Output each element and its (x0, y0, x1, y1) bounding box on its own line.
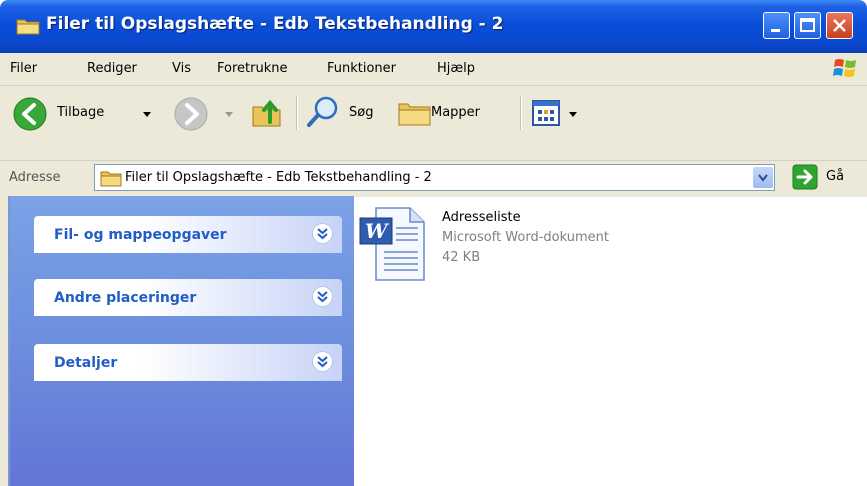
up-folder-icon (252, 99, 281, 127)
title-bar[interactable]: Filer til Opslagshæfte - Edb Tekstbehand… (0, 0, 867, 53)
maximize-icon (800, 18, 815, 32)
address-value: Filer til Opslagshæfte - Edb Tekstbehand… (125, 170, 432, 185)
folder-icon (16, 19, 40, 35)
word-document-icon: W (359, 207, 425, 281)
menu-vis[interactable]: Vis (172, 61, 191, 76)
address-bar: Adresse Filer til Opslagshæfte - Edb Tek… (0, 160, 867, 197)
expand-chevron-icon[interactable] (312, 351, 333, 372)
go-arrow-icon (792, 164, 818, 190)
menu-bar: Filer Rediger Vis Foretrukne Funktioner … (0, 53, 867, 86)
windows-logo-icon (833, 59, 856, 77)
views-button[interactable] (530, 94, 580, 132)
task-file-folder-tasks[interactable]: Fil- og mappeopgaver (34, 216, 342, 253)
search-label: Søg (349, 105, 374, 120)
task-title: Fil- og mappeopgaver (54, 227, 227, 243)
folders-label: Mapper (431, 105, 481, 120)
file-size: 42 KB (442, 250, 481, 265)
address-label: Adresse (9, 170, 61, 185)
folders-button[interactable]: Mapper (397, 94, 517, 132)
menu-hjaelp[interactable]: Hjælp (437, 61, 475, 76)
task-details[interactable]: Detaljer (34, 344, 342, 381)
back-dropdown-icon[interactable] (142, 111, 152, 119)
up-folder-button[interactable] (250, 94, 286, 132)
folders-icon (398, 103, 431, 126)
menu-foretrukne[interactable]: Foretrukne (217, 61, 287, 76)
close-icon (833, 19, 846, 32)
task-other-places[interactable]: Andre placeringer (34, 279, 342, 316)
window-left-border (0, 196, 10, 486)
maximize-button[interactable] (794, 12, 821, 39)
toolbar: Tilbage Søg Mapper (0, 86, 867, 160)
address-input[interactable]: Filer til Opslagshæfte - Edb Tekstbehand… (94, 164, 775, 191)
search-button[interactable]: Søg (305, 94, 385, 132)
back-button[interactable]: Tilbage (12, 94, 162, 132)
task-pane: Fil- og mappeopgaver Andre placeringer D… (10, 196, 354, 486)
svg-text:W: W (365, 219, 390, 243)
expand-chevron-icon[interactable] (312, 286, 333, 307)
minimize-button[interactable] (763, 12, 790, 39)
views-icon (532, 100, 560, 126)
forward-dropdown-icon[interactable] (224, 111, 234, 119)
close-button[interactable] (826, 12, 853, 39)
go-label: Gå (826, 169, 845, 184)
task-title: Detaljer (54, 355, 118, 371)
file-type: Microsoft Word-dokument (442, 230, 609, 245)
menu-rediger[interactable]: Rediger (87, 61, 137, 76)
forward-arrow-icon (174, 97, 208, 131)
minimize-icon (771, 29, 780, 32)
search-icon (307, 96, 338, 127)
back-arrow-icon (13, 97, 47, 131)
back-label: Tilbage (57, 105, 105, 120)
go-button[interactable]: Gå (792, 164, 858, 191)
menu-funktioner[interactable]: Funktioner (327, 61, 396, 76)
task-title: Andre placeringer (54, 290, 197, 306)
address-dropdown-button[interactable] (753, 167, 773, 188)
folder-icon (100, 171, 122, 187)
file-name: Adresseliste (442, 210, 521, 225)
expand-chevron-icon[interactable] (312, 223, 333, 244)
chevron-down-icon (758, 174, 768, 182)
forward-button[interactable] (173, 94, 243, 132)
menu-filer[interactable]: Filer (10, 61, 37, 76)
views-dropdown-icon[interactable] (568, 111, 578, 119)
window-title: Filer til Opslagshæfte - Edb Tekstbehand… (46, 14, 504, 34)
